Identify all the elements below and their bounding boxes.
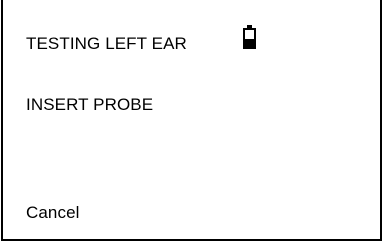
screen-title: TESTING LEFT EAR xyxy=(26,34,187,53)
insert-probe-instruction: INSERT PROBE xyxy=(26,95,154,114)
battery-icon xyxy=(243,25,256,49)
device-screen: TESTING LEFT EAR INSERT PROBE Cancel xyxy=(1,0,382,241)
battery-level-fill xyxy=(245,39,254,47)
cancel-button[interactable]: Cancel xyxy=(26,203,80,223)
battery-body xyxy=(243,28,256,49)
